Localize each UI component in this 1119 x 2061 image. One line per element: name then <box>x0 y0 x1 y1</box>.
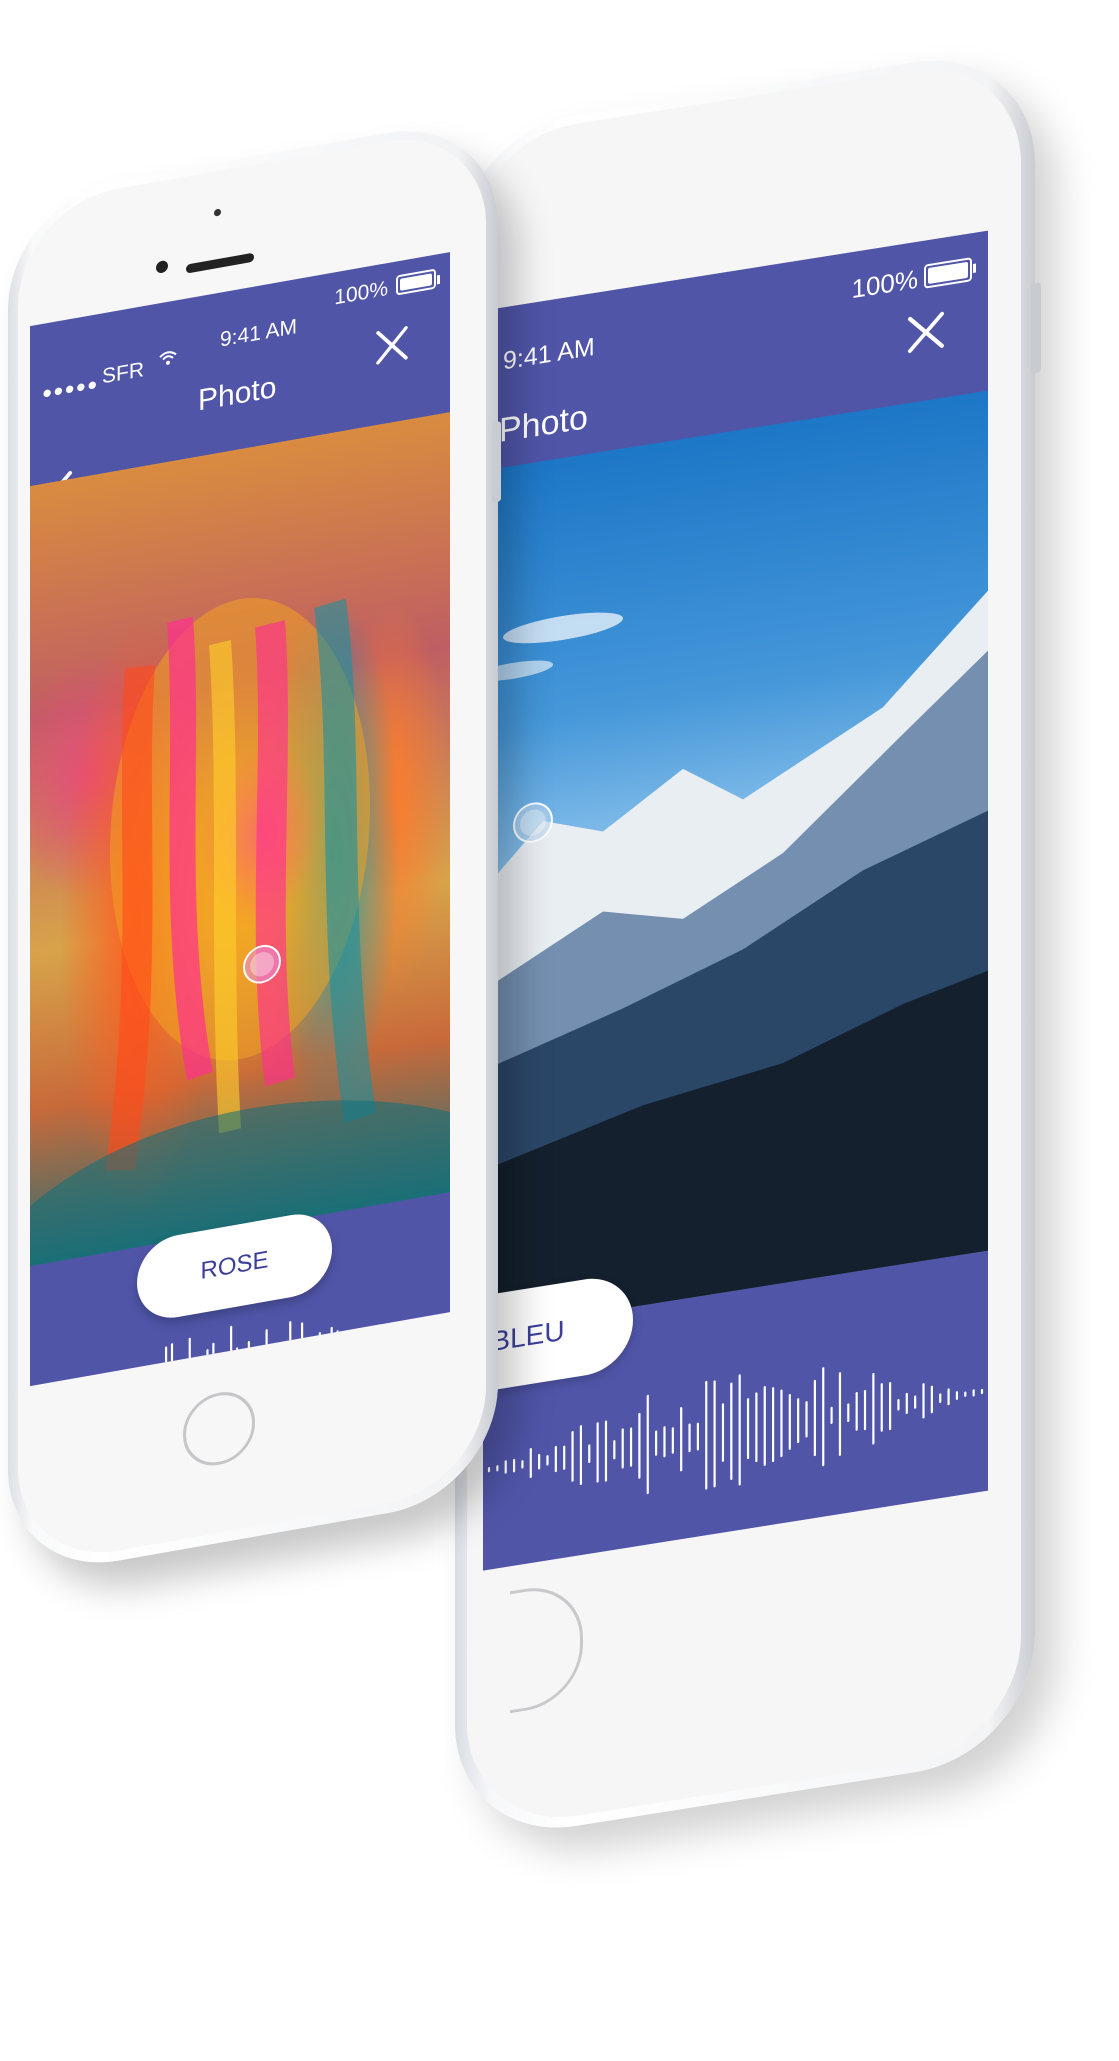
power-button <box>492 421 501 503</box>
battery-icon <box>396 268 436 296</box>
color-label-pill[interactable]: BLEU <box>483 1271 633 1402</box>
battery-percent: 100% <box>334 276 388 310</box>
photo-mountain[interactable] <box>483 390 988 1331</box>
painted-face-illustration <box>30 597 450 1267</box>
page-title: Photo <box>499 397 588 451</box>
front-phone-screen: ●●●●● SFR 9:41 AM 100% Photo ROSE <box>30 252 450 1387</box>
wifi-icon <box>159 351 177 365</box>
carrier-name: SFR <box>102 358 144 389</box>
back-phone: 9:41 AM 100% Photo BLEU <box>455 0 1041 1846</box>
back-phone-screen: 9:41 AM 100% Photo BLEU <box>483 230 988 1571</box>
page-title: Photo <box>198 370 277 418</box>
mountain-illustration <box>483 590 988 1331</box>
battery-percent: 100% <box>851 263 919 305</box>
close-icon[interactable] <box>374 323 410 367</box>
battery-icon <box>924 257 972 289</box>
mockup-stage: 9:41 AM 100% Photo BLEU ●●●●● SFR 9:41 A… <box>0 0 1119 2061</box>
power-button <box>1031 282 1041 374</box>
status-time: 9:41 AM <box>503 332 595 376</box>
status-time: 9:41 AM <box>220 315 298 352</box>
signal-strength-icon: ●●●●● <box>42 374 99 404</box>
front-phone: ●●●●● SFR 9:41 AM 100% Photo ROSE <box>8 32 501 1618</box>
close-icon[interactable] <box>904 307 948 358</box>
photo-painted-face[interactable] <box>30 412 450 1267</box>
